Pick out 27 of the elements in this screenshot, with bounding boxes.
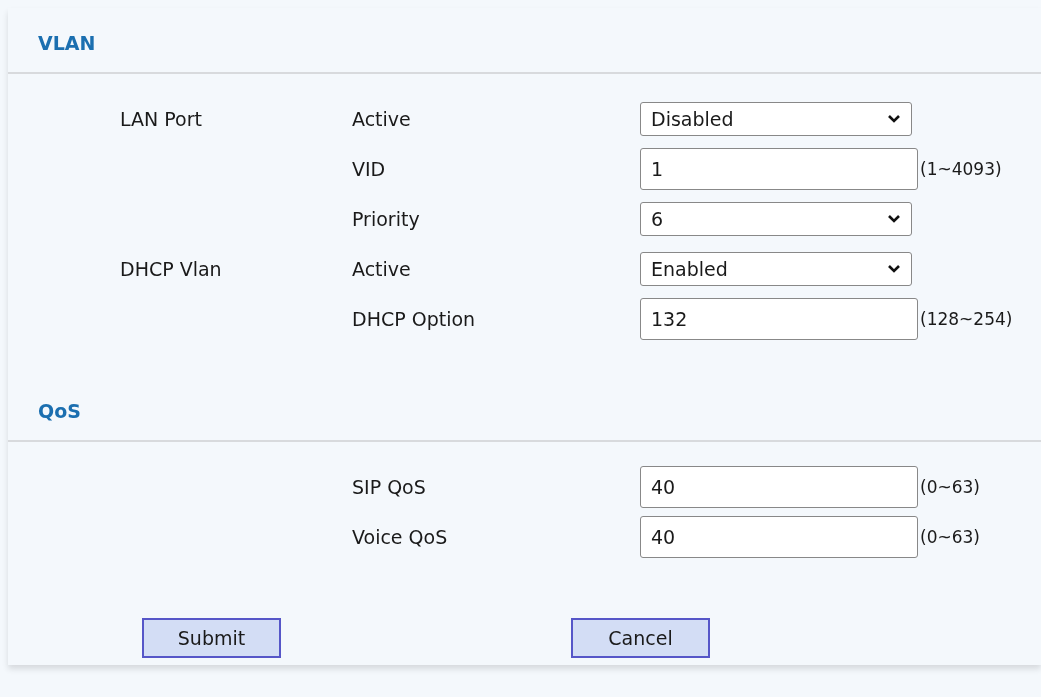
field-label: Active — [352, 258, 411, 280]
field-label: Active — [352, 108, 411, 130]
input-field[interactable]: 40 — [640, 516, 918, 558]
cancel-button[interactable]: Cancel — [571, 618, 710, 658]
range-hint: (0~63) — [920, 527, 980, 547]
chevron-down-icon — [887, 214, 901, 224]
input-field[interactable]: 1 — [640, 148, 918, 190]
range-hint: (1~4093) — [920, 159, 1002, 179]
field-label: Priority — [352, 208, 420, 230]
group-label: LAN Port — [120, 108, 202, 130]
submit-button[interactable]: Submit — [142, 618, 281, 658]
select-field[interactable]: Enabled — [640, 252, 912, 286]
range-hint: (0~63) — [920, 477, 980, 497]
range-hint: (128~254) — [920, 309, 1013, 329]
chevron-down-icon — [887, 114, 901, 124]
chevron-down-icon — [887, 264, 901, 274]
field-label: VID — [352, 158, 386, 180]
input-field[interactable]: 132 — [640, 298, 918, 340]
group-label: DHCP Vlan — [120, 258, 222, 280]
section-title: QoS — [38, 400, 81, 422]
field-label: DHCP Option — [352, 308, 476, 330]
input-field[interactable]: 40 — [640, 466, 918, 508]
field-label: SIP QoS — [352, 476, 426, 498]
select-field[interactable]: 6 — [640, 202, 912, 236]
field-label: Voice QoS — [352, 526, 448, 548]
select-field[interactable]: Disabled — [640, 102, 912, 136]
section-title: VLAN — [38, 32, 96, 54]
